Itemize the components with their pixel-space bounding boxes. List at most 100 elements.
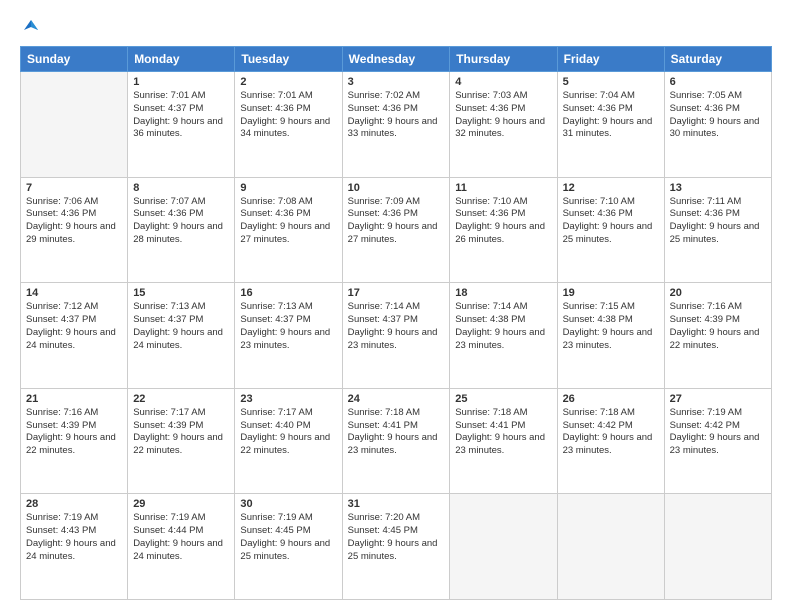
weekday-header-monday: Monday — [128, 47, 235, 72]
week-row-4: 28 Sunrise: 7:19 AMSunset: 4:43 PMDayligh… — [21, 494, 772, 600]
calendar-cell: 31 Sunrise: 7:20 AMSunset: 4:45 PMDayligh… — [342, 494, 450, 600]
day-number: 28 — [26, 498, 122, 510]
day-info: Sunrise: 7:03 AMSunset: 4:36 PMDaylight:… — [455, 90, 551, 141]
day-info: Sunrise: 7:19 AMSunset: 4:43 PMDaylight:… — [26, 512, 122, 563]
day-info: Sunrise: 7:17 AMSunset: 4:40 PMDaylight:… — [240, 407, 336, 458]
day-info: Sunrise: 7:19 AMSunset: 4:44 PMDaylight:… — [133, 512, 229, 563]
calendar-cell: 19 Sunrise: 7:15 AMSunset: 4:38 PMDayligh… — [557, 283, 664, 389]
day-info: Sunrise: 7:14 AMSunset: 4:37 PMDaylight:… — [348, 301, 445, 352]
calendar-cell: 22 Sunrise: 7:17 AMSunset: 4:39 PMDayligh… — [128, 388, 235, 494]
day-number: 17 — [348, 287, 445, 299]
calendar-table: SundayMondayTuesdayWednesdayThursdayFrid… — [20, 46, 772, 600]
weekday-header-friday: Friday — [557, 47, 664, 72]
weekday-header-thursday: Thursday — [450, 47, 557, 72]
day-number: 14 — [26, 287, 122, 299]
calendar-cell: 2 Sunrise: 7:01 AMSunset: 4:36 PMDaylight… — [235, 72, 342, 178]
day-info: Sunrise: 7:19 AMSunset: 4:42 PMDaylight:… — [670, 407, 766, 458]
calendar-cell: 26 Sunrise: 7:18 AMSunset: 4:42 PMDayligh… — [557, 388, 664, 494]
page: SundayMondayTuesdayWednesdayThursdayFrid… — [0, 0, 792, 612]
day-number: 9 — [240, 182, 336, 194]
day-info: Sunrise: 7:18 AMSunset: 4:41 PMDaylight:… — [455, 407, 551, 458]
day-info: Sunrise: 7:06 AMSunset: 4:36 PMDaylight:… — [26, 196, 122, 247]
day-number: 1 — [133, 76, 229, 88]
weekday-header-wednesday: Wednesday — [342, 47, 450, 72]
calendar-cell: 23Sunrise: 7:17 AMSunset: 4:40 PMDayligh… — [235, 388, 342, 494]
calendar-cell: 1Sunrise: 7:01 AMSunset: 4:37 PMDaylight… — [128, 72, 235, 178]
header — [20, 16, 772, 38]
day-number: 20 — [670, 287, 766, 299]
day-number: 3 — [348, 76, 445, 88]
day-number: 19 — [563, 287, 659, 299]
day-info: Sunrise: 7:07 AMSunset: 4:36 PMDaylight:… — [133, 196, 229, 247]
day-info: Sunrise: 7:15 AMSunset: 4:38 PMDaylight:… — [563, 301, 659, 352]
week-row-2: 14Sunrise: 7:12 AMSunset: 4:37 PMDayligh… — [21, 283, 772, 389]
calendar-cell: 8 Sunrise: 7:07 AMSunset: 4:36 PMDaylight… — [128, 177, 235, 283]
day-info: Sunrise: 7:04 AMSunset: 4:36 PMDaylight:… — [563, 90, 659, 141]
calendar-cell — [557, 494, 664, 600]
day-number: 21 — [26, 393, 122, 405]
calendar-cell: 15 Sunrise: 7:13 AMSunset: 4:37 PMDayligh… — [128, 283, 235, 389]
calendar-cell: 3 Sunrise: 7:02 AMSunset: 4:36 PMDaylight… — [342, 72, 450, 178]
day-number: 30 — [240, 498, 336, 510]
calendar-cell: 6Sunrise: 7:05 AMSunset: 4:36 PMDaylight… — [664, 72, 771, 178]
calendar-cell: 25 Sunrise: 7:18 AMSunset: 4:41 PMDayligh… — [450, 388, 557, 494]
day-number: 2 — [240, 76, 336, 88]
day-info: Sunrise: 7:19 AMSunset: 4:45 PMDaylight:… — [240, 512, 336, 563]
day-number: 29 — [133, 498, 229, 510]
weekday-header-row: SundayMondayTuesdayWednesdayThursdayFrid… — [21, 47, 772, 72]
day-number: 13 — [670, 182, 766, 194]
calendar-cell: 10 Sunrise: 7:09 AMSunset: 4:36 PMDayligh… — [342, 177, 450, 283]
day-info: Sunrise: 7:11 AMSunset: 4:36 PMDaylight:… — [670, 196, 766, 247]
week-row-0: 1Sunrise: 7:01 AMSunset: 4:37 PMDaylight… — [21, 72, 772, 178]
calendar-cell: 29 Sunrise: 7:19 AMSunset: 4:44 PMDayligh… — [128, 494, 235, 600]
day-number: 15 — [133, 287, 229, 299]
calendar-cell: 7 Sunrise: 7:06 AMSunset: 4:36 PMDaylight… — [21, 177, 128, 283]
day-info: Sunrise: 7:20 AMSunset: 4:45 PMDaylight:… — [348, 512, 445, 563]
calendar-cell — [450, 494, 557, 600]
day-number: 31 — [348, 498, 445, 510]
day-info: Sunrise: 7:17 AMSunset: 4:39 PMDaylight:… — [133, 407, 229, 458]
day-number: 18 — [455, 287, 551, 299]
day-info: Sunrise: 7:10 AMSunset: 4:36 PMDaylight:… — [563, 196, 659, 247]
day-info: Sunrise: 7:16 AMSunset: 4:39 PMDaylight:… — [670, 301, 766, 352]
day-number: 5 — [563, 76, 659, 88]
calendar-cell: 16 Sunrise: 7:13 AMSunset: 4:37 PMDayligh… — [235, 283, 342, 389]
day-number: 10 — [348, 182, 445, 194]
day-number: 12 — [563, 182, 659, 194]
calendar-cell: 17 Sunrise: 7:14 AMSunset: 4:37 PMDayligh… — [342, 283, 450, 389]
calendar-cell: 20 Sunrise: 7:16 AMSunset: 4:39 PMDayligh… — [664, 283, 771, 389]
day-info: Sunrise: 7:18 AMSunset: 4:41 PMDaylight:… — [348, 407, 445, 458]
calendar-cell: 13 Sunrise: 7:11 AMSunset: 4:36 PMDayligh… — [664, 177, 771, 283]
calendar-cell: 21Sunrise: 7:16 AMSunset: 4:39 PMDayligh… — [21, 388, 128, 494]
calendar-cell: 9Sunrise: 7:08 AMSunset: 4:36 PMDaylight… — [235, 177, 342, 283]
day-number: 8 — [133, 182, 229, 194]
calendar-cell: 27 Sunrise: 7:19 AMSunset: 4:42 PMDayligh… — [664, 388, 771, 494]
day-info: Sunrise: 7:09 AMSunset: 4:36 PMDaylight:… — [348, 196, 445, 247]
calendar-cell: 14Sunrise: 7:12 AMSunset: 4:37 PMDayligh… — [21, 283, 128, 389]
weekday-header-saturday: Saturday — [664, 47, 771, 72]
day-info: Sunrise: 7:02 AMSunset: 4:36 PMDaylight:… — [348, 90, 445, 141]
day-info: Sunrise: 7:18 AMSunset: 4:42 PMDaylight:… — [563, 407, 659, 458]
calendar-cell: 28 Sunrise: 7:19 AMSunset: 4:43 PMDayligh… — [21, 494, 128, 600]
day-number: 26 — [563, 393, 659, 405]
day-number: 16 — [240, 287, 336, 299]
day-info: Sunrise: 7:13 AMSunset: 4:37 PMDaylight:… — [240, 301, 336, 352]
calendar-cell: 24 Sunrise: 7:18 AMSunset: 4:41 PMDayligh… — [342, 388, 450, 494]
day-number: 25 — [455, 393, 551, 405]
day-info: Sunrise: 7:10 AMSunset: 4:36 PMDaylight:… — [455, 196, 551, 247]
day-number: 6 — [670, 76, 766, 88]
calendar-cell: 12 Sunrise: 7:10 AMSunset: 4:36 PMDayligh… — [557, 177, 664, 283]
calendar-cell: 5 Sunrise: 7:04 AMSunset: 4:36 PMDaylight… — [557, 72, 664, 178]
day-number: 24 — [348, 393, 445, 405]
calendar-cell: 30 Sunrise: 7:19 AMSunset: 4:45 PMDayligh… — [235, 494, 342, 600]
day-info: Sunrise: 7:01 AMSunset: 4:36 PMDaylight:… — [240, 90, 336, 141]
calendar-cell: 4Sunrise: 7:03 AMSunset: 4:36 PMDaylight… — [450, 72, 557, 178]
day-number: 27 — [670, 393, 766, 405]
day-info: Sunrise: 7:13 AMSunset: 4:37 PMDaylight:… — [133, 301, 229, 352]
week-row-1: 7 Sunrise: 7:06 AMSunset: 4:36 PMDaylight… — [21, 177, 772, 283]
logo — [20, 16, 45, 38]
day-number: 11 — [455, 182, 551, 194]
day-number: 7 — [26, 182, 122, 194]
logo-icon — [20, 16, 42, 38]
day-number: 22 — [133, 393, 229, 405]
